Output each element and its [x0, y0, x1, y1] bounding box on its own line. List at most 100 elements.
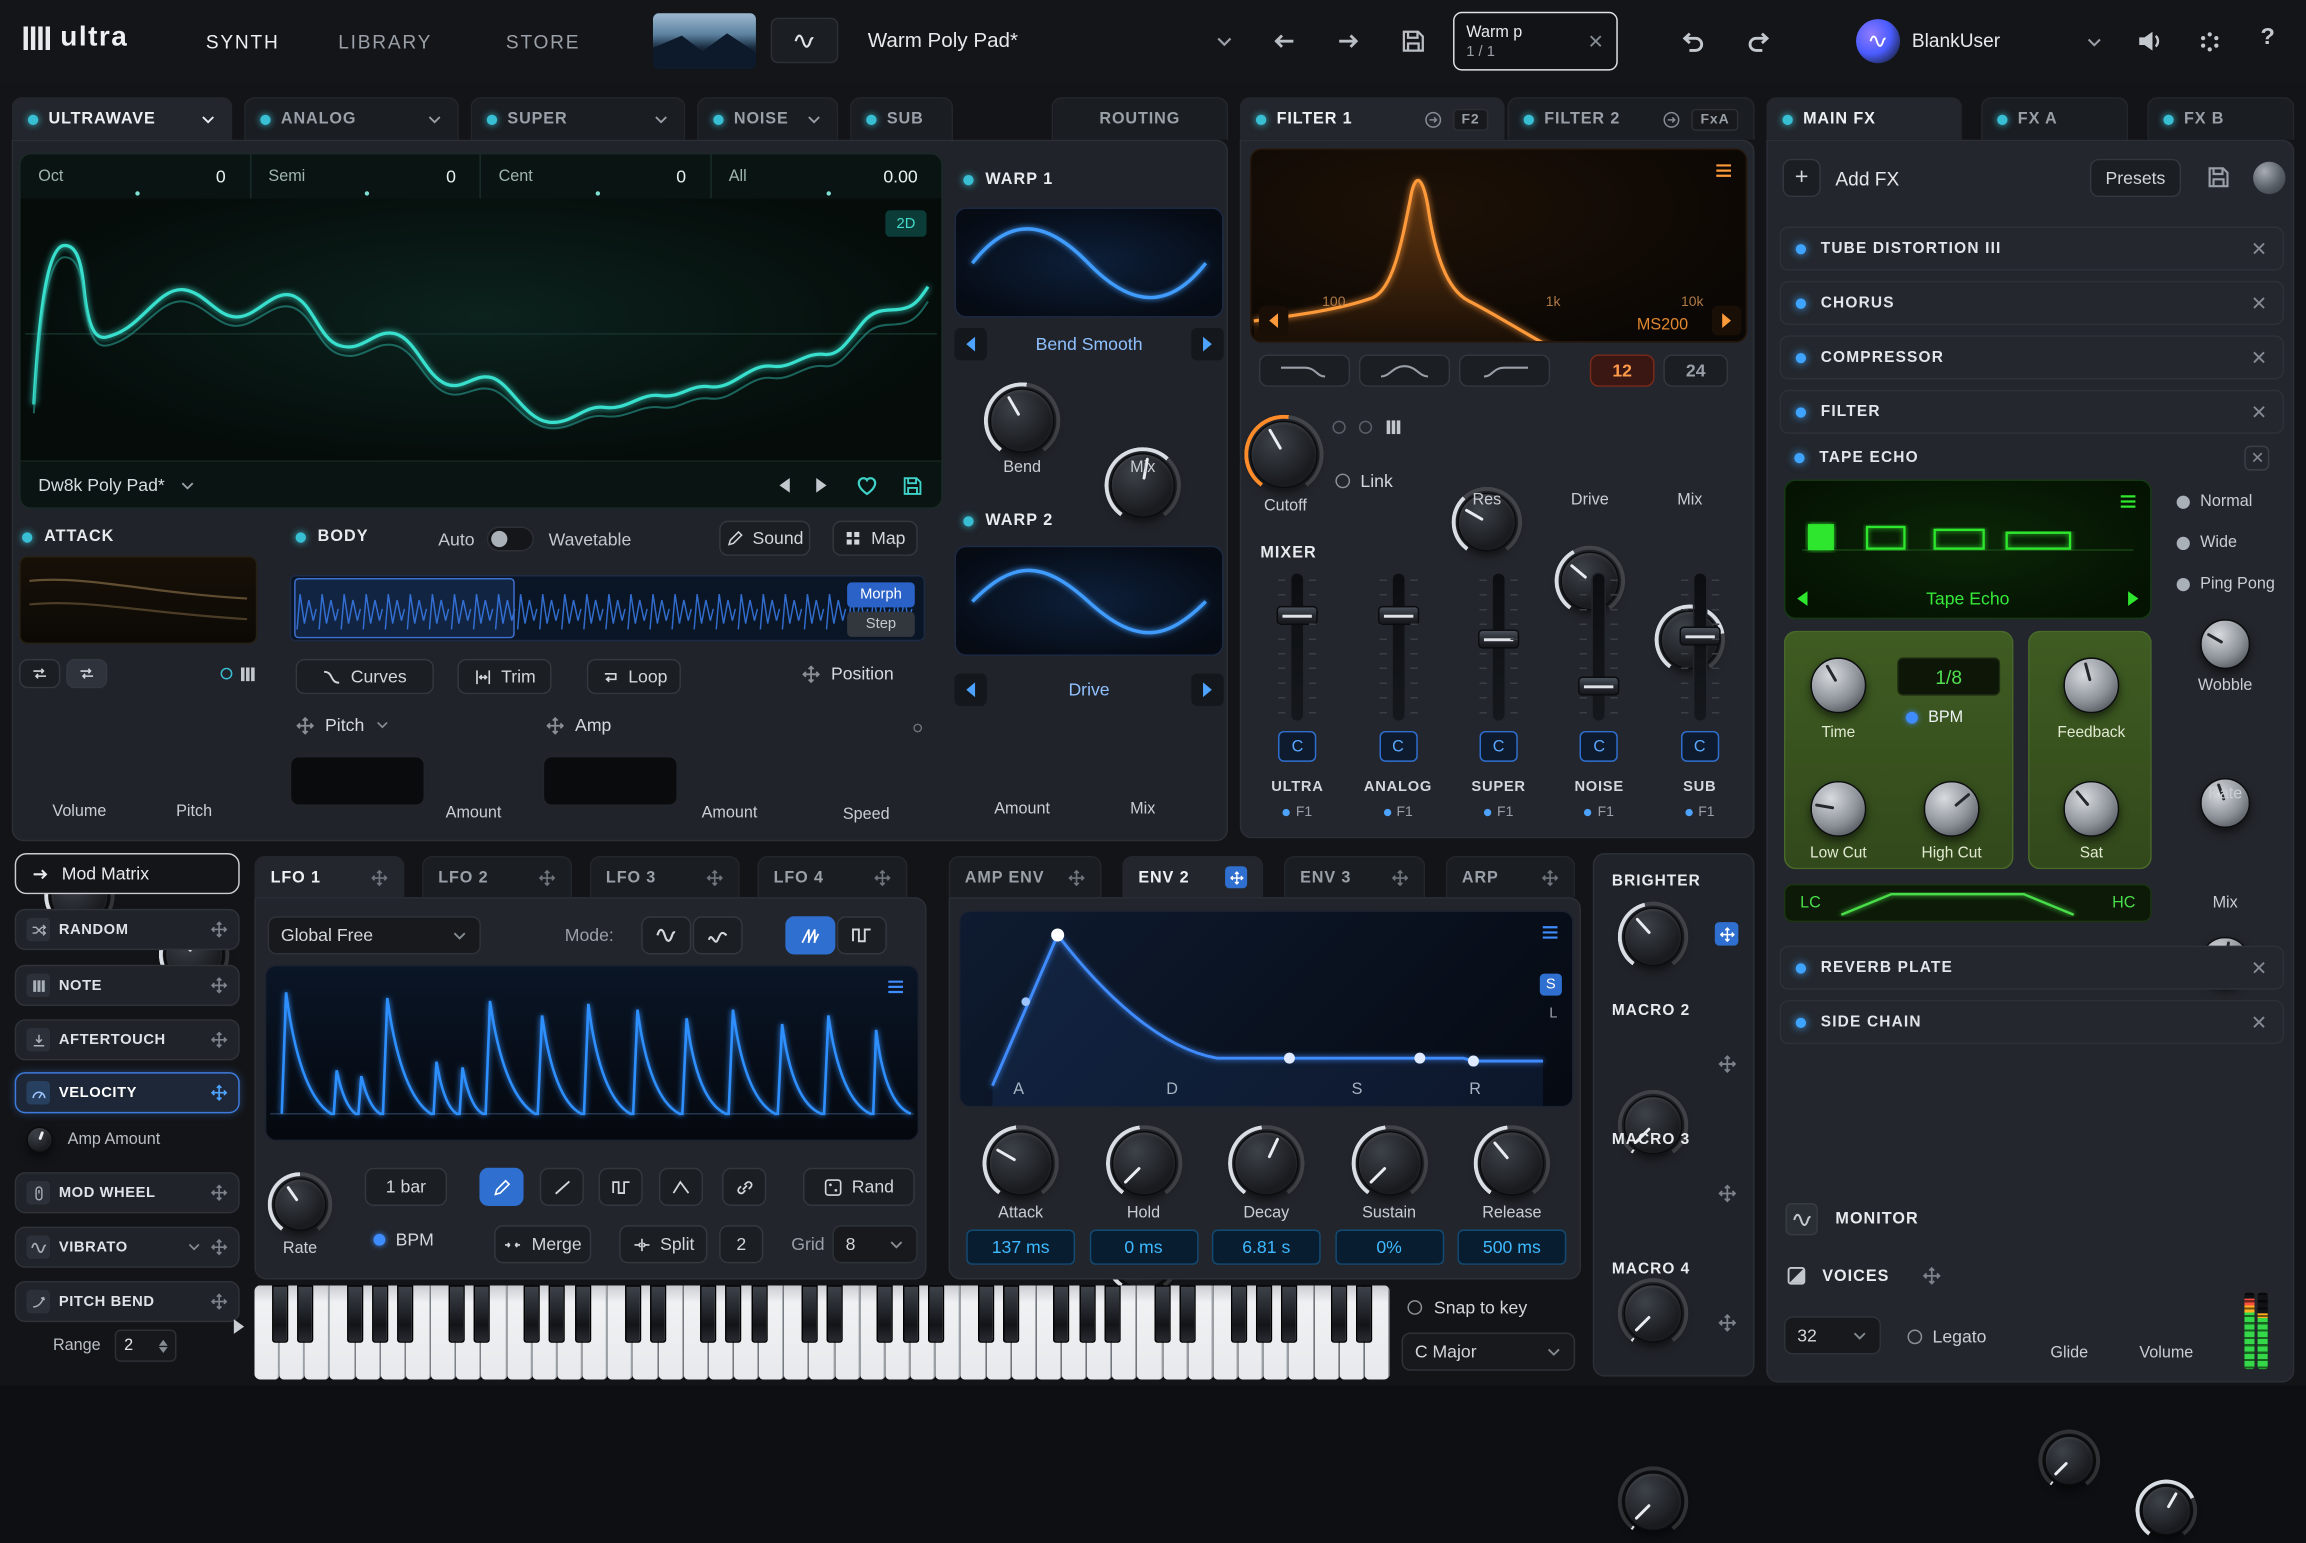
fx-slot[interactable]: FILTER	[1780, 390, 2284, 434]
mixer-fader-handle[interactable]	[1579, 677, 1620, 696]
black-key[interactable]	[751, 1285, 767, 1342]
tab-fx-a[interactable]: FX A	[1981, 97, 2128, 140]
osc-on-dot[interactable]	[866, 114, 876, 124]
fx-on-dot[interactable]	[1782, 114, 1792, 124]
voices-count-select[interactable]: 32	[1784, 1316, 1881, 1354]
cutoff-mod-dot2[interactable]	[1359, 421, 1372, 434]
move-icon[interactable]	[546, 715, 565, 734]
chevron-down-icon[interactable]	[375, 718, 390, 733]
pitch-cent[interactable]: Cent0	[481, 154, 711, 198]
tab-env3[interactable]: ENV 3	[1284, 856, 1425, 897]
mixer-fader-handle[interactable]	[1679, 627, 1720, 646]
tape-sat-knob[interactable]	[2063, 781, 2119, 837]
black-key[interactable]	[827, 1285, 843, 1342]
mod-source-vibrato[interactable]: VIBRATO	[15, 1227, 240, 1268]
env-loop-mode-badge[interactable]: L	[1549, 1006, 1557, 1022]
slope-12-button[interactable]: 12	[1590, 354, 1655, 386]
warp1-mode[interactable]: Bend Smooth	[987, 334, 1191, 355]
mod-source-pitch-bend[interactable]: PITCH BEND	[15, 1281, 240, 1322]
save-wavetable-icon[interactable]	[902, 474, 924, 496]
fx-wet-dry-ball[interactable]	[2253, 162, 2285, 194]
warp2-next-button[interactable]	[1191, 674, 1223, 706]
tape-menu-icon[interactable]	[2118, 491, 2139, 512]
attack-key-dot[interactable]	[221, 668, 233, 680]
monitor-icon[interactable]	[1785, 1203, 1817, 1235]
tape-wobble-knob[interactable]	[2200, 619, 2250, 669]
lfo-rand-button[interactable]: Rand	[803, 1168, 915, 1206]
fx-remove-icon[interactable]	[2244, 445, 2269, 470]
move-icon[interactable]	[210, 977, 228, 995]
warp2-prev-button[interactable]	[954, 674, 986, 706]
move-icon[interactable]	[538, 868, 556, 886]
route-arrow-icon[interactable]	[1423, 110, 1442, 129]
lfo-bpm-radio[interactable]: BPM	[374, 1230, 434, 1251]
black-key[interactable]	[726, 1285, 742, 1342]
black-key[interactable]	[448, 1285, 464, 1342]
channel-solo-button[interactable]: C	[1379, 731, 1417, 762]
env-knob[interactable]	[1111, 1131, 1176, 1196]
fx-enabled-dot[interactable]	[1796, 407, 1806, 417]
black-key[interactable]	[1155, 1285, 1171, 1342]
pitch-oct[interactable]: Oct0	[21, 154, 251, 198]
tape-next-icon[interactable]	[2128, 591, 2138, 606]
lfo-draw-triangle-button[interactable]	[659, 1168, 703, 1206]
black-key[interactable]	[700, 1285, 716, 1342]
move-icon[interactable]	[874, 868, 892, 886]
black-key[interactable]	[1003, 1285, 1019, 1342]
warp1-on-dot[interactable]	[963, 174, 973, 184]
black-key[interactable]	[902, 1285, 918, 1342]
redo-icon[interactable]	[1747, 28, 1773, 54]
env-knob[interactable]	[1234, 1131, 1299, 1196]
filter-next-button[interactable]	[1712, 306, 1741, 335]
volume-knob[interactable]	[2141, 1485, 2191, 1535]
warp1-next-button[interactable]	[1191, 328, 1223, 360]
filter-model-label[interactable]: MS200	[1637, 316, 1688, 334]
stepper-arrows-icon[interactable]	[159, 1339, 168, 1352]
move-icon[interactable]	[210, 1238, 228, 1256]
fx-slot[interactable]: SIDE CHAIN	[1780, 1000, 2284, 1044]
macro3-move-icon[interactable]	[1718, 1184, 1737, 1203]
move-icon[interactable]	[210, 1084, 228, 1102]
mod-source-random[interactable]: RANDOM	[15, 909, 240, 950]
fx-save-icon[interactable]	[2206, 165, 2231, 190]
lfo-shape-random-button[interactable]	[693, 916, 743, 954]
fx-enabled-dot[interactable]	[1796, 352, 1806, 362]
black-key[interactable]	[372, 1285, 388, 1342]
mixer-fader-track[interactable]	[1290, 572, 1305, 722]
monitor-row[interactable]: MONITOR	[1785, 1203, 1918, 1235]
mixer-fader-track[interactable]	[1491, 572, 1506, 722]
env-sustain-mode-badge[interactable]: S	[1540, 974, 1562, 996]
mod-source-aftertouch[interactable]: AFTERTOUCH	[15, 1019, 240, 1060]
cutoff-knob[interactable]	[1250, 421, 1318, 489]
channel-filter-badge[interactable]: F1	[1685, 804, 1715, 820]
channel-filter-badge[interactable]: F1	[1283, 804, 1313, 820]
amp-mod-control[interactable]: Amp	[546, 715, 612, 736]
fx-slot[interactable]: TUBE DISTORTION III	[1780, 226, 2284, 270]
fx-enabled-dot[interactable]	[1796, 298, 1806, 308]
tape-mode-normal[interactable]: Normal	[2177, 493, 2253, 511]
tape-mode-pingpong[interactable]: Ping Pong	[2177, 575, 2275, 593]
mixer-fader-handle[interactable]	[1478, 629, 1519, 648]
tape-echo-display[interactable]: Tape Echo	[1784, 479, 2152, 619]
mixer-fader-handle[interactable]	[1377, 606, 1418, 625]
snap-to-key-radio[interactable]: Snap to key	[1407, 1297, 1527, 1318]
filter-menu-icon[interactable]	[1713, 160, 1734, 181]
wavetable-selection[interactable]	[294, 578, 515, 638]
next-preset-icon[interactable]	[1335, 28, 1361, 54]
lfo-shape-saws-button[interactable]	[785, 916, 835, 954]
black-key[interactable]	[1054, 1285, 1070, 1342]
macro1-knob[interactable]	[1624, 907, 1683, 966]
tape-prev-icon[interactable]	[1797, 591, 1807, 606]
move-icon[interactable]	[706, 868, 724, 886]
channel-solo-button[interactable]: C	[1278, 731, 1316, 762]
env-knob-value[interactable]: 6.81 s	[1212, 1230, 1321, 1265]
fx-remove-icon[interactable]	[2250, 240, 2268, 258]
user-name[interactable]: BlankUser	[1912, 29, 2000, 51]
move-icon[interactable]	[1068, 868, 1086, 886]
env-knob[interactable]	[1357, 1131, 1422, 1196]
speaker-icon[interactable]	[2135, 28, 2161, 54]
nav-tab-library[interactable]: LIBRARY	[338, 31, 432, 53]
loop-button[interactable]: Loop	[587, 659, 681, 694]
preset-name[interactable]: Warm Poly Pad*	[868, 28, 1018, 52]
step-badge[interactable]: Step	[847, 612, 915, 637]
